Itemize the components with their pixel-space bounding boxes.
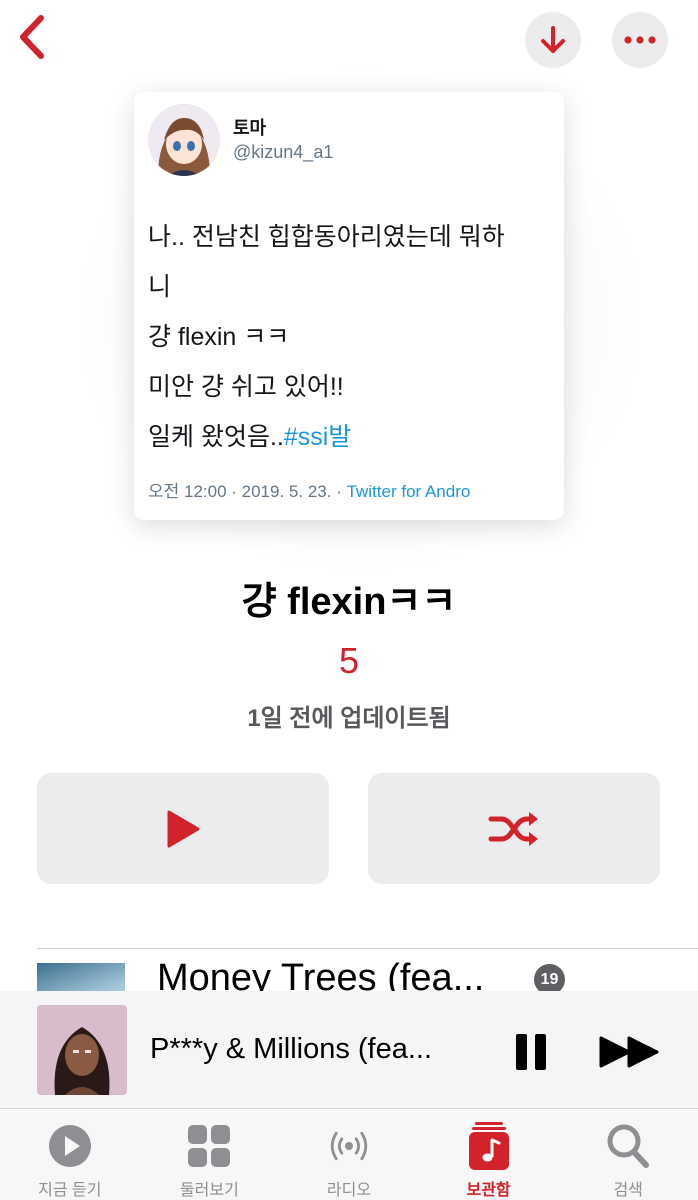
shuffle-icon bbox=[488, 811, 538, 846]
list-item[interactable]: Money Trees (fea... 19 bbox=[37, 949, 698, 991]
now-playing-title: P***y & Millions (fea... bbox=[150, 1033, 433, 1065]
tweet-meta: 오전 12:00 · 2019. 5. 23. · Twitter for An… bbox=[148, 477, 470, 502]
tab-library[interactable]: 보관함 bbox=[419, 1110, 559, 1200]
tweet-source: Twitter for Andro bbox=[346, 482, 471, 501]
playlist-updated-text: 1일 전에 업데이트됨 bbox=[247, 705, 451, 732]
tab-label: 라디오 bbox=[326, 1182, 372, 1199]
radio-waves-icon bbox=[325, 1122, 373, 1170]
tweet-author-handle: @kizun4_a1 bbox=[233, 142, 334, 162]
tweet-text: 나.. 전남친 힙합동아리였는데 뭐하 니 걍 flexin ㅋㅋ 미안 걍 쉬… bbox=[148, 212, 564, 462]
mini-player[interactable]: P***y & Millions (fea... bbox=[0, 991, 698, 1109]
track-title: Money Trees (fea... bbox=[157, 957, 485, 991]
tab-label: 둘러보기 bbox=[179, 1182, 239, 1199]
tweet-timestamp: 오전 12:00 · 2019. 5. 23. · bbox=[148, 482, 347, 501]
fast-forward-button[interactable] bbox=[595, 1029, 663, 1075]
fast-forward-icon bbox=[599, 1036, 659, 1068]
playlist-title: 걍 flexinㅋㅋ bbox=[241, 581, 457, 623]
back-button[interactable] bbox=[10, 12, 54, 62]
library-icon bbox=[465, 1122, 513, 1170]
grid-icon bbox=[185, 1122, 233, 1170]
search-icon bbox=[604, 1122, 652, 1170]
tweet-line: 걍 flexin ㅋㅋ bbox=[148, 323, 290, 351]
ellipsis-icon bbox=[624, 36, 656, 44]
track-artwork bbox=[37, 963, 125, 991]
shuffle-button[interactable] bbox=[368, 773, 660, 884]
tab-label: 검색 bbox=[613, 1182, 643, 1199]
tweet-line-text: 일케 왔엇음.. bbox=[148, 423, 284, 451]
tweet-line: 미안 걍 쉬고 있어!! bbox=[148, 373, 344, 401]
tab-listen-now[interactable]: 지금 듣기 bbox=[0, 1110, 140, 1200]
tab-search[interactable]: 검색 bbox=[558, 1110, 698, 1200]
tweet-author-name: 토마 bbox=[233, 118, 267, 138]
play-circle-icon bbox=[46, 1122, 94, 1170]
chevron-left-icon bbox=[20, 15, 44, 59]
pause-icon bbox=[516, 1034, 546, 1070]
download-button[interactable] bbox=[525, 12, 581, 68]
tab-radio[interactable]: 라디오 bbox=[279, 1110, 419, 1200]
more-options-button[interactable] bbox=[612, 12, 668, 68]
arrow-down-icon bbox=[541, 26, 565, 53]
playlist-song-count[interactable]: 5 bbox=[0, 640, 698, 682]
pause-button[interactable] bbox=[508, 1029, 554, 1075]
tab-label: 지금 듣기 bbox=[38, 1182, 102, 1199]
explicit-rating-badge: 19 bbox=[534, 964, 565, 991]
tab-browse[interactable]: 둘러보기 bbox=[140, 1110, 280, 1200]
tab-bar: 지금 듣기 둘러보기 라디오 보관함 검색 bbox=[0, 1110, 698, 1200]
now-playing-artwork bbox=[37, 1005, 127, 1095]
avatar bbox=[148, 104, 220, 176]
tweet-line: 니 bbox=[148, 273, 172, 301]
play-button[interactable] bbox=[37, 773, 329, 884]
playlist-artwork-tweet: 토마 @kizun4_a1 나.. 전남친 힙합동아리였는데 뭐하 니 걍 fl… bbox=[134, 92, 564, 520]
tweet-line: 나.. 전남친 힙합동아리였는데 뭐하 bbox=[148, 223, 505, 251]
tab-label: 보관함 bbox=[466, 1182, 511, 1199]
tweet-line-last: 일케 왔엇음..#ssi발 bbox=[148, 412, 564, 462]
tweet-hashtag: #ssi발 bbox=[283, 423, 352, 451]
play-icon bbox=[167, 810, 200, 847]
